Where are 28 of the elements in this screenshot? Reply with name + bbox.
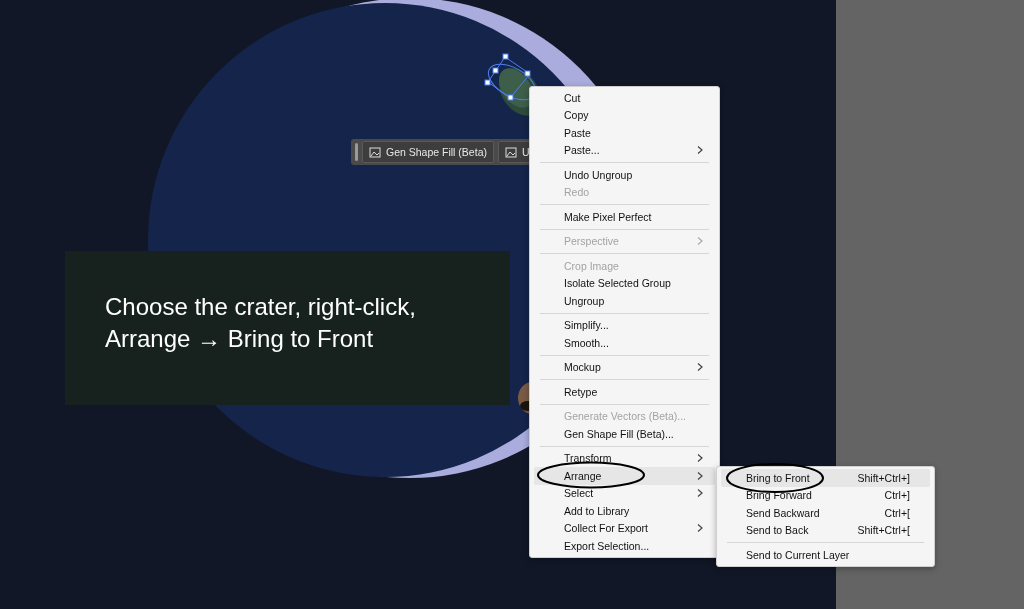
- menu-item[interactable]: Add to Library: [534, 502, 715, 520]
- image-sparkle-icon: [369, 146, 381, 158]
- menu-item[interactable]: Transform: [534, 449, 715, 467]
- menu-item[interactable]: Paste: [534, 124, 715, 142]
- menu-item[interactable]: Send Backward Ctrl+[: [721, 504, 930, 522]
- menu-item[interactable]: Simplify...: [534, 316, 715, 334]
- menu-item[interactable]: Ungroup: [534, 292, 715, 310]
- menu-item[interactable]: Retype: [534, 383, 715, 401]
- image-icon: [504, 146, 517, 158]
- menu-item[interactable]: Send to Back Shift+Ctrl+[: [721, 521, 930, 539]
- menu-item[interactable]: Paste...: [534, 141, 715, 159]
- menu-item[interactable]: Mockup: [534, 358, 715, 376]
- menu-item[interactable]: Cut: [534, 89, 715, 107]
- menu-item[interactable]: Isolate Selected Group: [534, 274, 715, 292]
- caption-text: Choose the crater, right-click, Arrange → Bring to Front: [65, 251, 510, 405]
- menu-item[interactable]: Select: [534, 484, 715, 502]
- menu-item[interactable]: Export Selection...: [534, 537, 715, 555]
- menu-item[interactable]: Bring to Front Shift+Ctrl+]: [721, 469, 930, 487]
- toolbar-grip[interactable]: [355, 143, 358, 161]
- menu-item[interactable]: Collect For Export: [534, 519, 715, 537]
- menu-item[interactable]: Make Pixel Perfect: [534, 208, 715, 226]
- menu-item[interactable]: Smooth...: [534, 334, 715, 352]
- menu-item[interactable]: Arrange: [534, 467, 715, 485]
- menu-item[interactable]: Gen Shape Fill (Beta)...: [534, 425, 715, 443]
- menu-item[interactable]: Copy: [534, 106, 715, 124]
- menu-item[interactable]: Undo Ungroup: [534, 166, 715, 184]
- toolbar-button[interactable]: Gen Shape Fill (Beta): [362, 141, 494, 163]
- menu-item[interactable]: Send to Current Layer: [721, 546, 930, 564]
